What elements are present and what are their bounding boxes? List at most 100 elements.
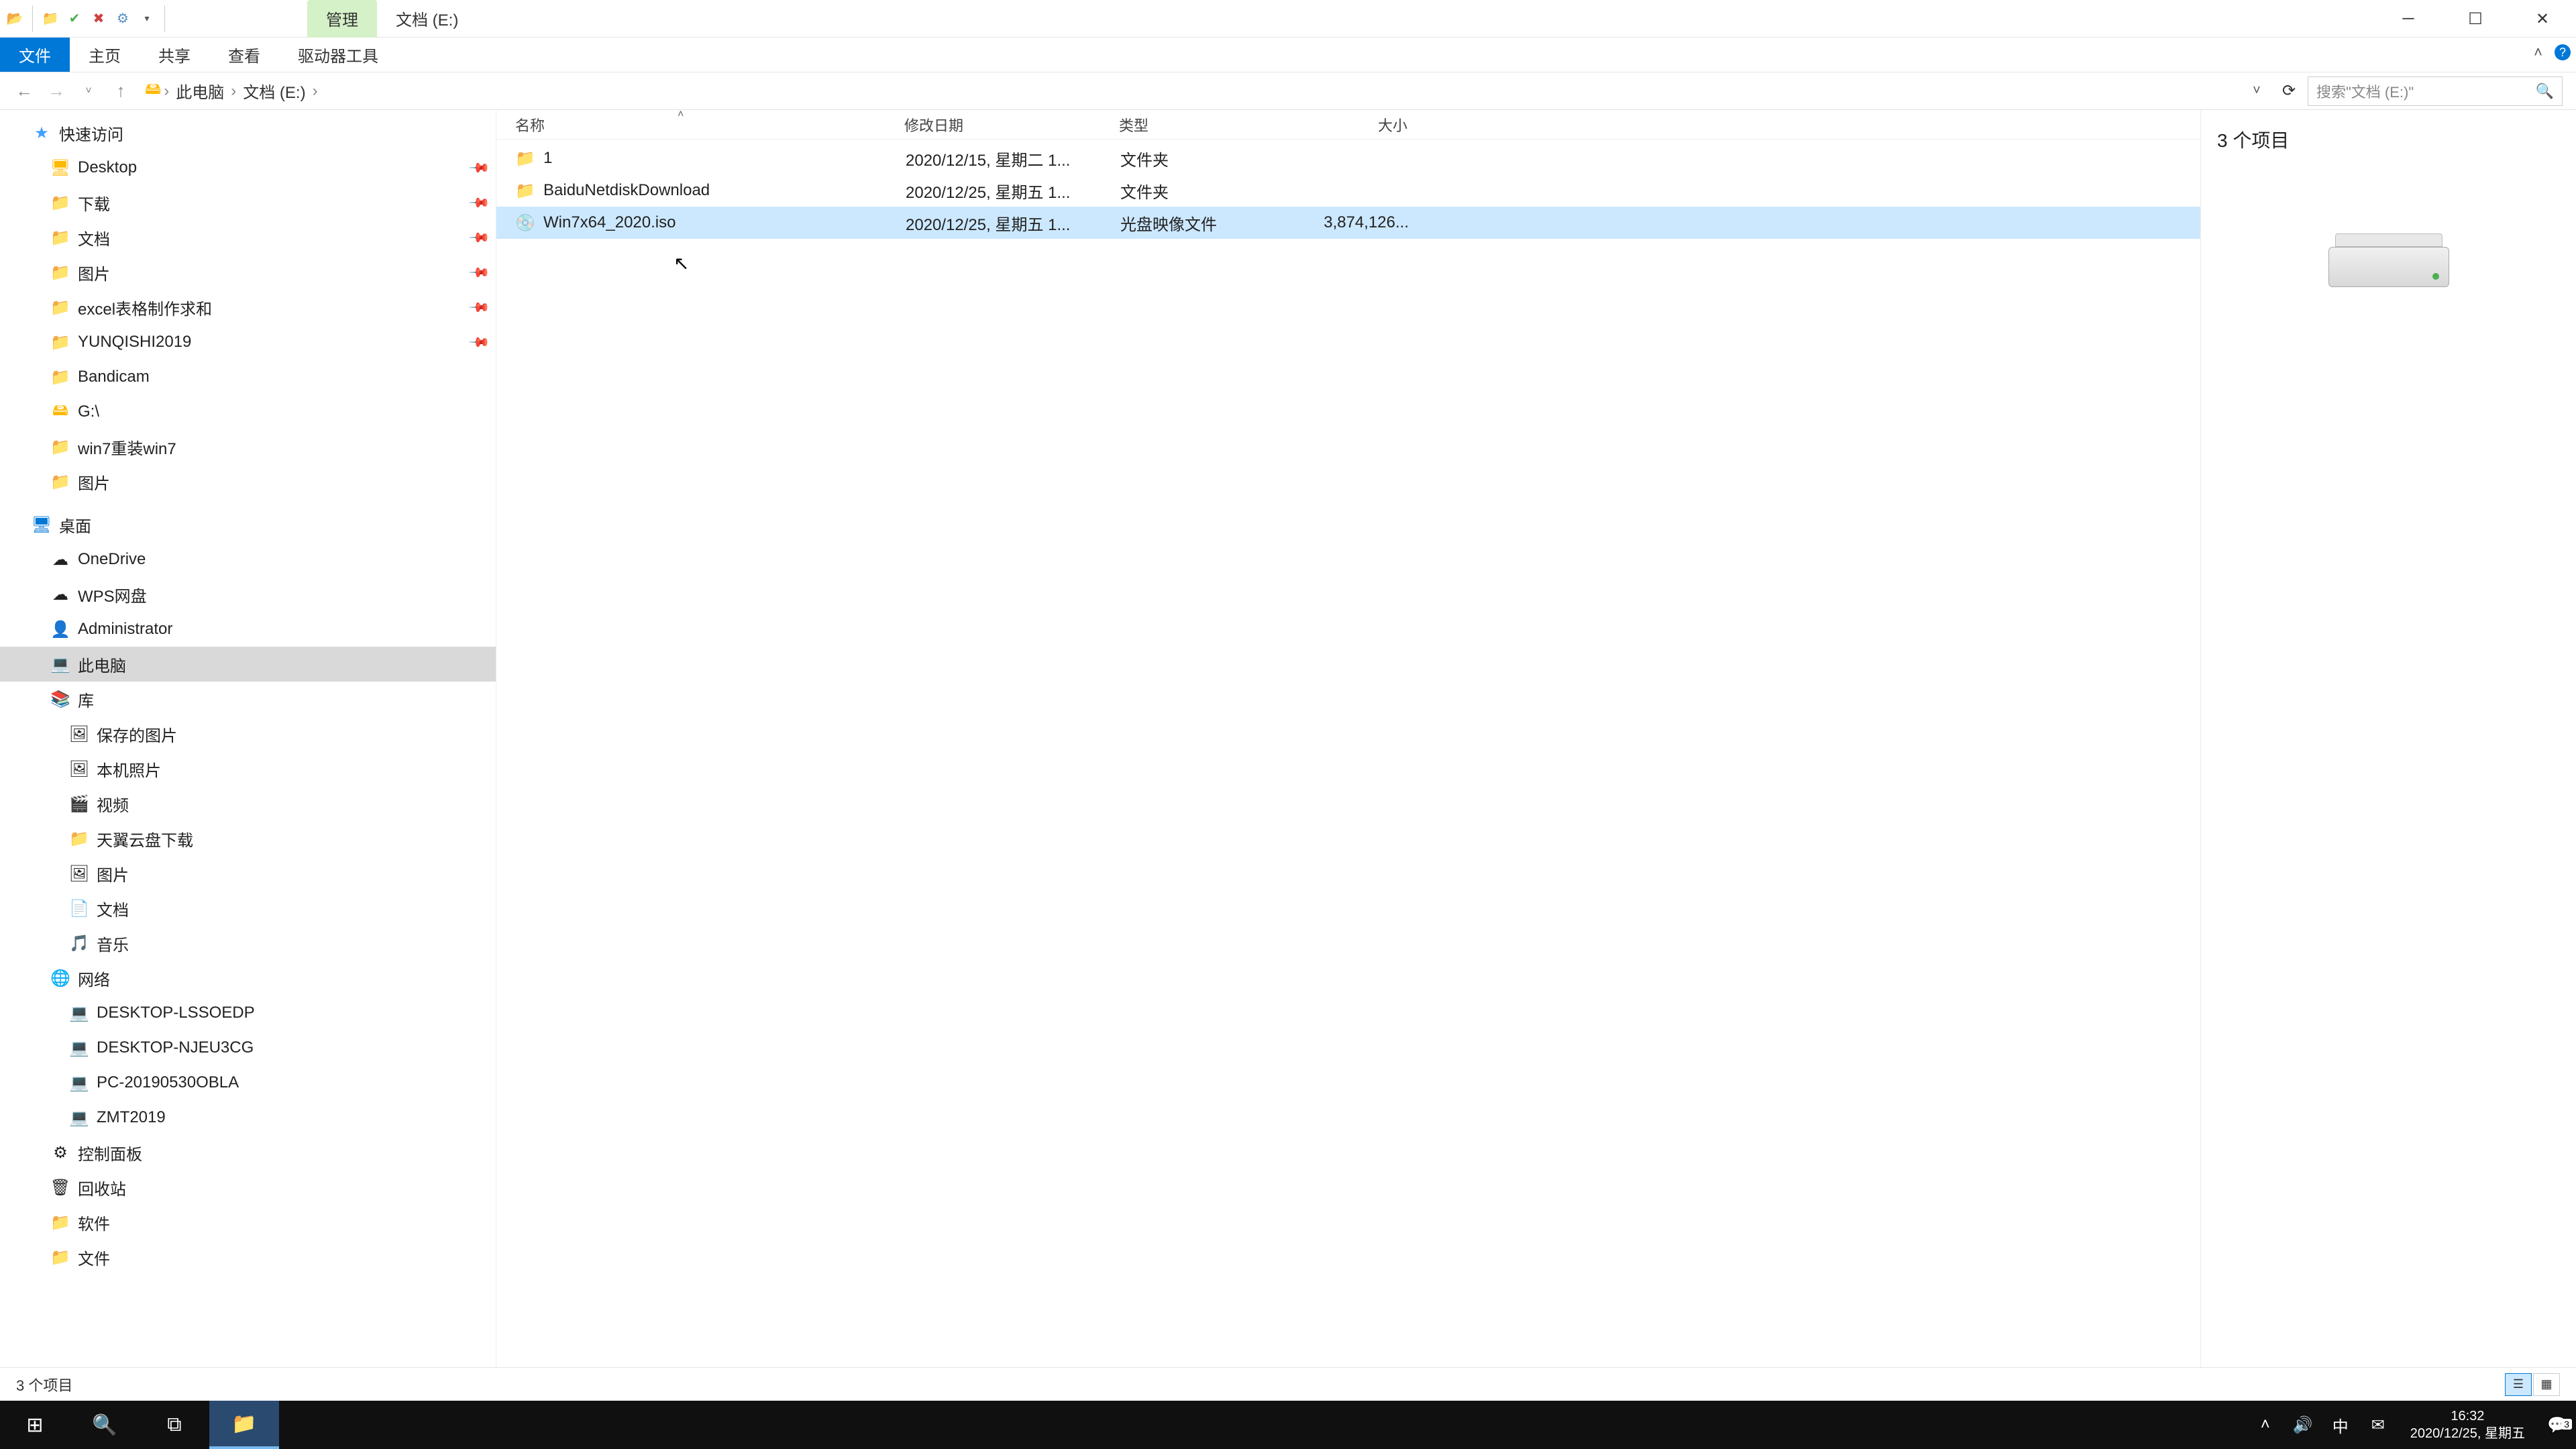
tree-item[interactable]: ☁WPS网盘 <box>0 577 496 612</box>
tree-item[interactable]: 🖼 本机照片 <box>0 751 496 786</box>
tree-label: 控制面板 <box>78 1141 142 1165</box>
column-header-type[interactable]: 类型 <box>1119 114 1300 136</box>
tree-item[interactable]: 🖼 保存的图片 <box>0 716 496 751</box>
crumb-this-pc[interactable]: 此电脑 <box>172 79 228 103</box>
tree-item[interactable]: 📁文件 <box>0 1240 496 1275</box>
tree-item[interactable]: 💻DESKTOP-NJEU3CG <box>0 1030 496 1065</box>
folder-icon: 📁 <box>51 193 70 212</box>
ribbon-tab-view[interactable]: 查看 <box>209 38 279 72</box>
maximize-button[interactable]: ☐ <box>2442 0 2509 38</box>
recycle-icon: 🗑 <box>51 1178 70 1197</box>
ribbon-tab-home[interactable]: 主页 <box>70 38 140 72</box>
ribbon-tab-share[interactable]: 共享 <box>140 38 209 72</box>
tree-item[interactable]: 📁图片📌 <box>0 255 496 290</box>
pic-icon: 🖼 <box>70 759 89 778</box>
search-button[interactable]: 🔍 <box>70 1401 140 1449</box>
dropdown-icon[interactable]: ▾ <box>138 9 156 28</box>
tree-item[interactable]: 💻此电脑 <box>0 647 496 682</box>
minimize-button[interactable]: ─ <box>2375 0 2442 38</box>
properties-icon[interactable]: ⚙ <box>113 9 132 28</box>
details-view-button[interactable]: ☰ <box>2505 1373 2532 1396</box>
start-button[interactable]: ⊞ <box>0 1401 70 1449</box>
navigation-tree[interactable]: ★ 快速访问 🖥Desktop📌📁下载📌📁文档📌📁图片📌📁excel表格制作求和… <box>0 110 496 1367</box>
tree-item[interactable]: 📁下载📌 <box>0 185 496 220</box>
taskbar-clock[interactable]: 16:32 2020/12/25, 星期五 <box>2397 1407 2538 1442</box>
forward-button[interactable]: → <box>43 78 70 105</box>
up-button[interactable]: ↑ <box>107 78 134 105</box>
column-header-name[interactable]: 名称 <box>515 114 904 136</box>
tree-item[interactable]: 📁Bandicam <box>0 360 496 394</box>
tree-item[interactable]: 🖴G:\ <box>0 394 496 429</box>
tray-overflow-icon[interactable]: ˄ <box>2247 1415 2284 1434</box>
search-input[interactable]: 搜索"文档 (E:)" 🔍 <box>2308 76 2563 106</box>
contextual-tab-manage[interactable]: 管理 <box>307 0 377 38</box>
address-dropdown-icon[interactable]: ˅ <box>2243 83 2270 99</box>
tree-label: 本机照片 <box>97 757 161 781</box>
ribbon-menu: 文件 主页 共享 查看 驱动器工具 ˄ ? <box>0 38 2576 72</box>
ribbon-tab-file[interactable]: 文件 <box>0 38 70 72</box>
tree-item[interactable]: 🗑 回收站 <box>0 1170 496 1205</box>
tree-item[interactable]: 🎬视频 <box>0 786 496 821</box>
search-icon[interactable]: 🔍 <box>2536 83 2554 100</box>
volume-icon[interactable]: 🔊 <box>2284 1415 2322 1435</box>
tree-item[interactable]: 💻DESKTOP-LSSOEDP <box>0 996 496 1030</box>
tree-item[interactable]: 🖥Desktop📌 <box>0 150 496 185</box>
file-row[interactable]: 📁12020/12/15, 星期二 1...文件夹 <box>496 142 2200 174</box>
pin-icon: 📌 <box>468 295 491 319</box>
recent-dropdown-icon[interactable]: ˅ <box>75 78 102 105</box>
pic-icon: 🖼 <box>70 724 89 743</box>
tree-label: 回收站 <box>78 1176 126 1199</box>
separator <box>164 5 165 32</box>
check-icon[interactable]: ✔ <box>65 9 84 28</box>
mail-icon[interactable]: ✉ <box>2359 1415 2397 1435</box>
tree-item[interactable]: ☁OneDrive <box>0 542 496 577</box>
tree-item[interactable]: 📄文档 <box>0 891 496 926</box>
task-view-button[interactable]: ⧉ <box>140 1401 209 1449</box>
tree-desktop-root[interactable]: 🖥 桌面 <box>0 507 496 542</box>
tree-quick-access[interactable]: ★ 快速访问 <box>0 115 496 150</box>
tree-item[interactable]: 💻ZMT2019 <box>0 1100 496 1135</box>
close-x-icon[interactable]: ✖ <box>89 9 108 28</box>
view-mode-toggles: ☰ ▦ <box>2505 1373 2560 1396</box>
ribbon-tab-drive-tools[interactable]: 驱动器工具 <box>279 38 397 72</box>
tree-item[interactable]: 📁excel表格制作求和📌 <box>0 290 496 325</box>
tree-item[interactable]: 📁天翼云盘下载 <box>0 821 496 856</box>
tree-item[interactable]: 📁win7重装win7 <box>0 429 496 464</box>
notification-center-button[interactable]: 💬3 <box>2538 1415 2576 1435</box>
ime-indicator[interactable]: 中 <box>2322 1413 2359 1437</box>
ribbon-collapse-icon[interactable]: ˄ <box>2534 44 2542 61</box>
tree-label: win7重装win7 <box>78 435 176 459</box>
file-row[interactable]: 📁BaiduNetdiskDownload2020/12/25, 星期五 1..… <box>496 174 2200 207</box>
tree-item[interactable]: 📁YUNQISHI2019📌 <box>0 325 496 360</box>
back-button[interactable]: ← <box>11 78 38 105</box>
tree-item[interactable]: 📁图片 <box>0 464 496 499</box>
lib-icon: 📚 <box>51 690 70 708</box>
help-button[interactable]: ? <box>2549 39 2576 66</box>
tree-label: 保存的图片 <box>97 722 177 746</box>
breadcrumb[interactable]: 🖴 › 此电脑 › 文档 (E:) › <box>140 76 2238 106</box>
pin-icon: 📌 <box>468 260 491 284</box>
tree-item[interactable]: 🎵音乐 <box>0 926 496 961</box>
tree-label: G:\ <box>78 402 99 421</box>
icons-view-button[interactable]: ▦ <box>2533 1373 2560 1396</box>
column-header-date[interactable]: 修改日期 <box>904 114 1119 136</box>
tree-item[interactable]: 🌐网络 <box>0 961 496 996</box>
tree-item[interactable]: 📁文档📌 <box>0 220 496 255</box>
taskbar-explorer[interactable]: 📁 <box>209 1401 279 1449</box>
chevron-right-icon[interactable]: › <box>162 82 170 101</box>
folder-icon[interactable]: 📁 <box>41 9 60 28</box>
chevron-right-icon[interactable]: › <box>229 82 237 101</box>
tree-item[interactable]: 🖼图片 <box>0 856 496 891</box>
refresh-button[interactable]: ⟳ <box>2275 81 2302 101</box>
file-type: 光盘映像文件 <box>1120 211 1301 235</box>
column-header-size[interactable]: 大小 <box>1300 114 1407 136</box>
tree-item[interactable]: 💻PC-20190530OBLA <box>0 1065 496 1100</box>
tree-item[interactable]: 📚库 <box>0 682 496 716</box>
chevron-right-icon[interactable]: › <box>311 82 319 101</box>
close-button[interactable]: ✕ <box>2509 0 2576 38</box>
tree-item[interactable]: 📁软件 <box>0 1205 496 1240</box>
file-row[interactable]: 💿Win7x64_2020.iso2020/12/25, 星期五 1...光盘映… <box>496 207 2200 239</box>
crumb-drive-e[interactable]: 文档 (E:) <box>239 79 309 103</box>
tree-item[interactable]: 👤Administrator <box>0 612 496 647</box>
tree-item[interactable]: ⚙控制面板 <box>0 1135 496 1170</box>
